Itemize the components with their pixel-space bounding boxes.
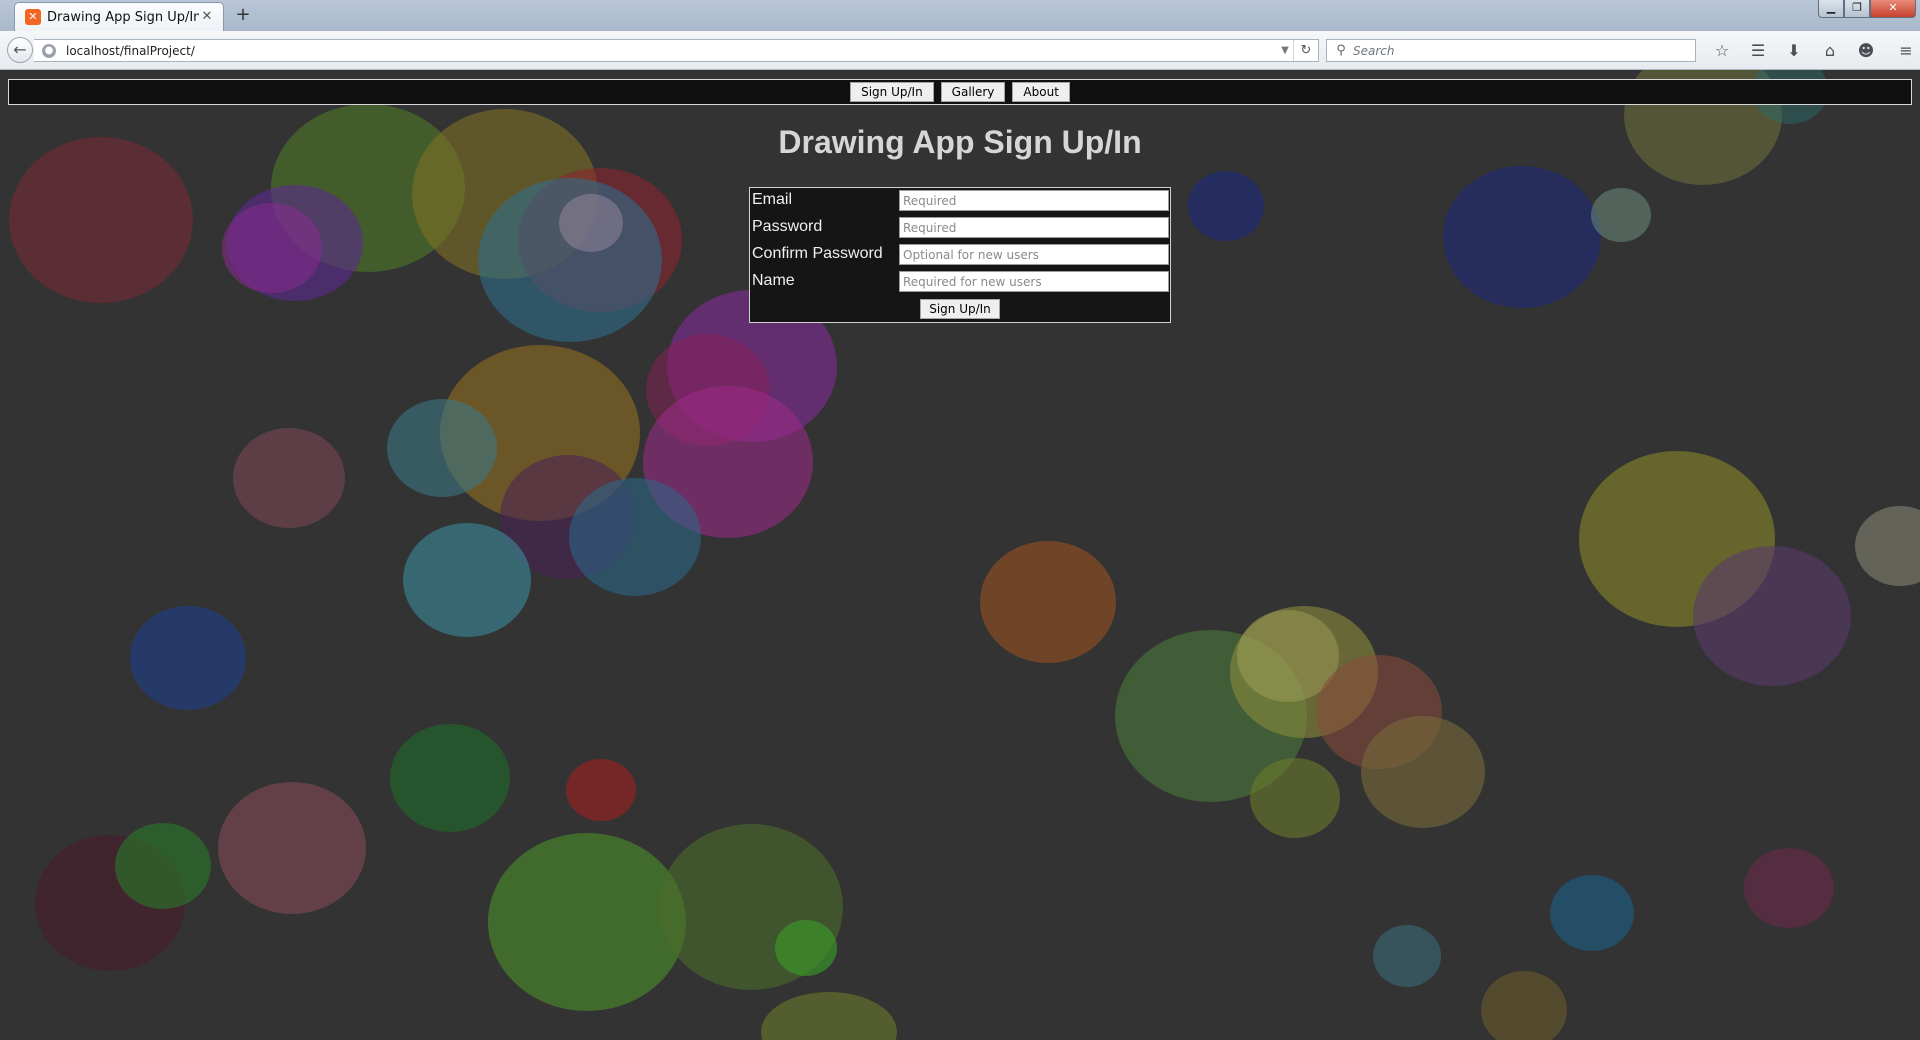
- url-text[interactable]: localhost/finalProject/: [66, 44, 1277, 58]
- bubble: [559, 194, 623, 252]
- bubble: [115, 823, 211, 909]
- signup-form: Email Password Confirm Password Name Sig…: [749, 187, 1171, 323]
- bubble: [980, 541, 1116, 663]
- bubble: [1550, 875, 1634, 951]
- name-field[interactable]: [899, 271, 1169, 292]
- confirm-password-row: Confirm Password: [752, 244, 1169, 266]
- bubble: [1361, 716, 1485, 828]
- bubble: [387, 399, 497, 497]
- confirm-password-label: Confirm Password: [752, 245, 883, 262]
- bubble: [130, 606, 246, 710]
- password-row: Password: [752, 217, 1169, 239]
- signup-submit-button[interactable]: Sign Up/In: [920, 299, 1000, 319]
- menu-icon[interactable]: ≡: [1888, 40, 1920, 62]
- nav-about-button[interactable]: About: [1012, 82, 1070, 102]
- nav-gallery-button[interactable]: Gallery: [940, 82, 1006, 102]
- site-navigation-bar: Sign Up/In Gallery About: [8, 79, 1912, 105]
- bubble: [761, 992, 897, 1040]
- url-history-dropdown-icon[interactable]: ▼: [1277, 45, 1293, 56]
- bubble: [566, 759, 636, 821]
- bubble: [218, 782, 366, 914]
- bubble: [1188, 171, 1264, 241]
- back-arrow-icon[interactable]: ←: [7, 37, 33, 63]
- search-bar[interactable]: ⚲: [1326, 39, 1696, 62]
- new-tab-icon[interactable]: +: [234, 6, 252, 24]
- browser-tab[interactable]: ✕ Drawing App Sign Up/In ✕: [14, 2, 224, 31]
- bubble: [390, 724, 510, 832]
- globe-icon[interactable]: ●: [42, 43, 56, 58]
- bubble: [1443, 166, 1601, 308]
- tab-title: Drawing App Sign Up/In: [47, 9, 199, 25]
- search-input[interactable]: [1351, 40, 1695, 61]
- browser-navbar: ← ● localhost/finalProject/ ▼ ↻ ⚲ ☆ ☰ ⬇ …: [0, 31, 1920, 70]
- email-field[interactable]: [899, 190, 1169, 211]
- bubble: [1373, 925, 1441, 987]
- nav-signup-button[interactable]: Sign Up/In: [850, 82, 934, 102]
- home-icon[interactable]: ⌂: [1812, 40, 1848, 62]
- password-field[interactable]: [899, 217, 1169, 238]
- bubble: [1591, 188, 1651, 242]
- close-tab-icon[interactable]: ✕: [199, 9, 215, 25]
- page-title: Drawing App Sign Up/In: [778, 124, 1142, 160]
- reading-list-icon[interactable]: ☰: [1740, 40, 1776, 62]
- chat-icon[interactable]: ☻: [1848, 40, 1884, 62]
- bubble: [569, 478, 701, 596]
- xampp-icon: ✕: [25, 9, 41, 25]
- bubble: [1250, 758, 1340, 838]
- url-bar[interactable]: ● localhost/finalProject/ ▼ ↻: [34, 39, 1319, 62]
- window-controls: ▁ ❐ ✕: [1818, 0, 1916, 18]
- password-label: Password: [752, 218, 823, 235]
- page-body: Sign Up/In Gallery About Drawing App Sig…: [0, 70, 1920, 1040]
- bubble: [488, 833, 686, 1011]
- bubble: [1855, 506, 1920, 586]
- maximize-icon[interactable]: ❐: [1844, 0, 1870, 18]
- bubble: [1693, 546, 1851, 686]
- minimize-icon[interactable]: ▁: [1818, 0, 1844, 18]
- bubble: [403, 523, 531, 637]
- search-icon: ⚲: [1336, 43, 1346, 58]
- bubble: [222, 203, 322, 293]
- bubble: [9, 137, 193, 303]
- browser-titlebar: ✕ Drawing App Sign Up/In ✕ + ▁ ❐ ✕: [0, 0, 1920, 31]
- confirm-password-field[interactable]: [899, 244, 1169, 265]
- browser-toolbar-icons: ☆ ☰ ⬇ ⌂ ☻ ≡: [1704, 40, 1920, 62]
- name-row: Name: [752, 271, 1169, 293]
- bubble: [233, 428, 345, 528]
- bookmark-star-icon[interactable]: ☆: [1704, 40, 1740, 62]
- email-row: Email: [752, 190, 1169, 212]
- email-label: Email: [752, 191, 793, 208]
- bubble: [775, 920, 837, 976]
- bubble: [1481, 971, 1567, 1040]
- downloads-icon[interactable]: ⬇: [1776, 40, 1812, 62]
- reload-icon[interactable]: ↻: [1293, 40, 1318, 61]
- bubble: [1744, 848, 1834, 928]
- name-label: Name: [752, 272, 795, 289]
- window-close-icon[interactable]: ✕: [1870, 0, 1916, 18]
